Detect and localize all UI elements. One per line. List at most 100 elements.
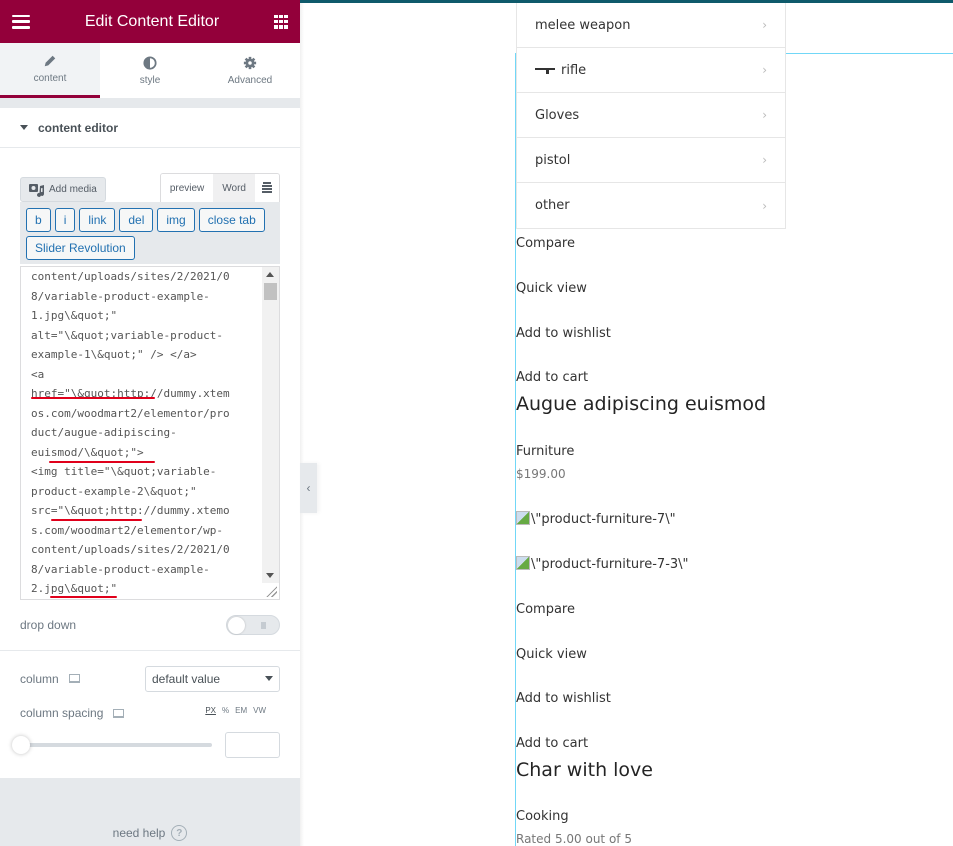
code-line: content/uploads/sites/2/2021/0 xyxy=(31,270,230,283)
product-title[interactable]: Char with love xyxy=(516,759,653,781)
desktop-icon[interactable] xyxy=(113,708,125,718)
menu-item-pistol[interactable]: pistol › xyxy=(517,138,785,183)
add-to-wishlist-link[interactable]: Add to wishlist xyxy=(516,691,611,706)
code-line: os.com/woodmart2/elementor/pro xyxy=(31,406,230,420)
gear-icon xyxy=(243,56,257,69)
annotation-underline xyxy=(31,397,155,399)
tab-preview[interactable]: preview xyxy=(160,174,214,202)
menu-item-label: rifle xyxy=(561,62,587,78)
content-editor-body: Add media preview Word b i link del img … xyxy=(0,148,300,600)
column-label: column xyxy=(20,671,59,686)
drop-down-switch[interactable] xyxy=(226,615,280,635)
column-spacing-label-group: column spacing xyxy=(20,706,125,720)
code-line: <img title="\&quot;variable- xyxy=(31,465,217,478)
bold-button[interactable]: b xyxy=(26,208,51,232)
html-textarea[interactable]: content/uploads/sites/2/2021/0 8/variable… xyxy=(20,266,280,600)
column-spacing-slider[interactable] xyxy=(12,736,212,754)
dropdown-arrow-icon xyxy=(265,676,273,681)
textarea-scrollbar[interactable] xyxy=(262,267,279,583)
link-button[interactable]: link xyxy=(79,208,116,232)
chevron-right-icon: › xyxy=(762,198,767,213)
half-circle-icon xyxy=(143,55,157,70)
switch-off-icon xyxy=(261,622,266,629)
italic-button[interactable]: i xyxy=(54,208,76,232)
add-to-cart-link[interactable]: Add to cart xyxy=(516,736,588,751)
pencil-icon xyxy=(44,55,56,67)
toolbar-toggle-button[interactable] xyxy=(255,174,279,202)
menu-item-label: Gloves xyxy=(535,107,580,123)
tab-style[interactable]: style xyxy=(100,43,200,98)
column-select-value: default value xyxy=(152,671,221,686)
quick-view-link[interactable]: Quick view xyxy=(516,647,587,662)
code-line: src="\&quot;http://dummy.xtemo xyxy=(31,504,230,517)
section-toggle-content-editor[interactable]: content editor xyxy=(0,108,300,148)
product-image[interactable]: \"product-furniture-7-3\" xyxy=(516,556,689,572)
product-category[interactable]: Furniture xyxy=(516,444,574,459)
unit-percent[interactable]: % xyxy=(222,706,229,715)
menu-item-label: melee weapon xyxy=(535,17,631,33)
editor-top-bar: Add media preview Word xyxy=(20,173,280,202)
quick-view-link[interactable]: Quick view xyxy=(516,281,587,296)
code-line: 8/variable-product-example- xyxy=(31,289,210,303)
menu-item-melee-weapon[interactable]: melee weapon › xyxy=(517,3,785,48)
textarea-content: content/uploads/sites/2/2021/0 8/variable… xyxy=(31,267,261,599)
hamburger-menu-icon[interactable] xyxy=(12,14,30,29)
close-tags-button[interactable]: close tab xyxy=(198,208,265,232)
column-select[interactable]: default value xyxy=(145,665,280,692)
section-outline xyxy=(786,53,953,54)
add-media-button[interactable]: Add media xyxy=(20,177,106,202)
scroll-down-arrow-icon[interactable] xyxy=(266,573,274,578)
category-menu: melee weapon › rifle › Gloves › pistol ›… xyxy=(516,3,786,229)
panel-header: Edit Content Editor xyxy=(0,0,300,43)
slider-handle[interactable] xyxy=(12,736,30,754)
add-media-label: Add media xyxy=(49,184,97,195)
scroll-up-arrow-icon[interactable] xyxy=(266,272,274,277)
image-alt-text: \"product-furniture-7\" xyxy=(531,512,676,527)
img-button[interactable]: img xyxy=(157,208,195,232)
switch-knob xyxy=(228,617,245,634)
rifle-icon xyxy=(535,66,555,74)
tab-advanced-label: Advanced xyxy=(227,74,273,86)
column-spacing-control: column spacing PX % EM VW xyxy=(0,706,300,722)
code-line: product-example-2\&quot;" xyxy=(31,484,197,498)
compare-link[interactable]: Compare xyxy=(516,236,575,251)
editor-panel: Edit Content Editor content style Advanc… xyxy=(0,0,300,846)
menu-item-gloves[interactable]: Gloves › xyxy=(517,93,785,138)
collapse-panel-button[interactable]: ‹ xyxy=(300,463,317,513)
media-icon xyxy=(29,183,44,197)
compare-link[interactable]: Compare xyxy=(516,602,575,617)
quicktags-toolbar: b i link del img close tab Slider Revolu… xyxy=(20,202,280,264)
menu-item-rifle[interactable]: rifle › xyxy=(517,48,785,93)
del-button[interactable]: del xyxy=(119,208,154,232)
widgets-grid-icon[interactable] xyxy=(274,14,288,29)
scrollbar-thumb[interactable] xyxy=(264,283,277,300)
slider-revolution-button[interactable]: Slider Revolution xyxy=(26,236,135,260)
menu-item-other[interactable]: other › xyxy=(517,183,785,228)
drop-down-control: drop down xyxy=(0,600,300,650)
kitchen-sink-icon xyxy=(262,182,272,193)
tab-advanced[interactable]: Advanced xyxy=(200,43,300,98)
tab-word[interactable]: Word xyxy=(213,174,255,202)
unit-switcher: PX % EM VW xyxy=(205,706,266,715)
desktop-icon[interactable] xyxy=(68,674,80,683)
add-to-wishlist-link[interactable]: Add to wishlist xyxy=(516,326,611,341)
drop-down-label: drop down xyxy=(20,618,77,632)
panel-title: Edit Content Editor xyxy=(84,12,220,30)
code-line: content/uploads/sites/2/2021/0 xyxy=(31,543,230,556)
menu-item-label: pistol xyxy=(535,152,571,168)
code-line: example-1\&quot;" /> </a> xyxy=(31,348,197,361)
column-spacing-input[interactable] xyxy=(225,732,280,758)
product-category[interactable]: Cooking xyxy=(516,809,569,824)
unit-vw[interactable]: VW xyxy=(253,706,266,715)
help-icon: ? xyxy=(171,825,188,841)
product-image[interactable]: \"product-furniture-7\" xyxy=(516,511,676,527)
unit-px[interactable]: PX xyxy=(205,706,216,715)
unit-em[interactable]: EM xyxy=(235,706,247,715)
broken-image-icon xyxy=(516,556,530,570)
resize-handle-icon[interactable] xyxy=(265,585,277,597)
add-to-cart-link[interactable]: Add to cart xyxy=(516,370,588,385)
annotation-underline xyxy=(51,519,142,521)
tab-content[interactable]: content xyxy=(0,43,100,98)
product-title[interactable]: Augue adipiscing euismod xyxy=(516,393,766,415)
need-help-link[interactable]: need help ? xyxy=(0,825,300,841)
